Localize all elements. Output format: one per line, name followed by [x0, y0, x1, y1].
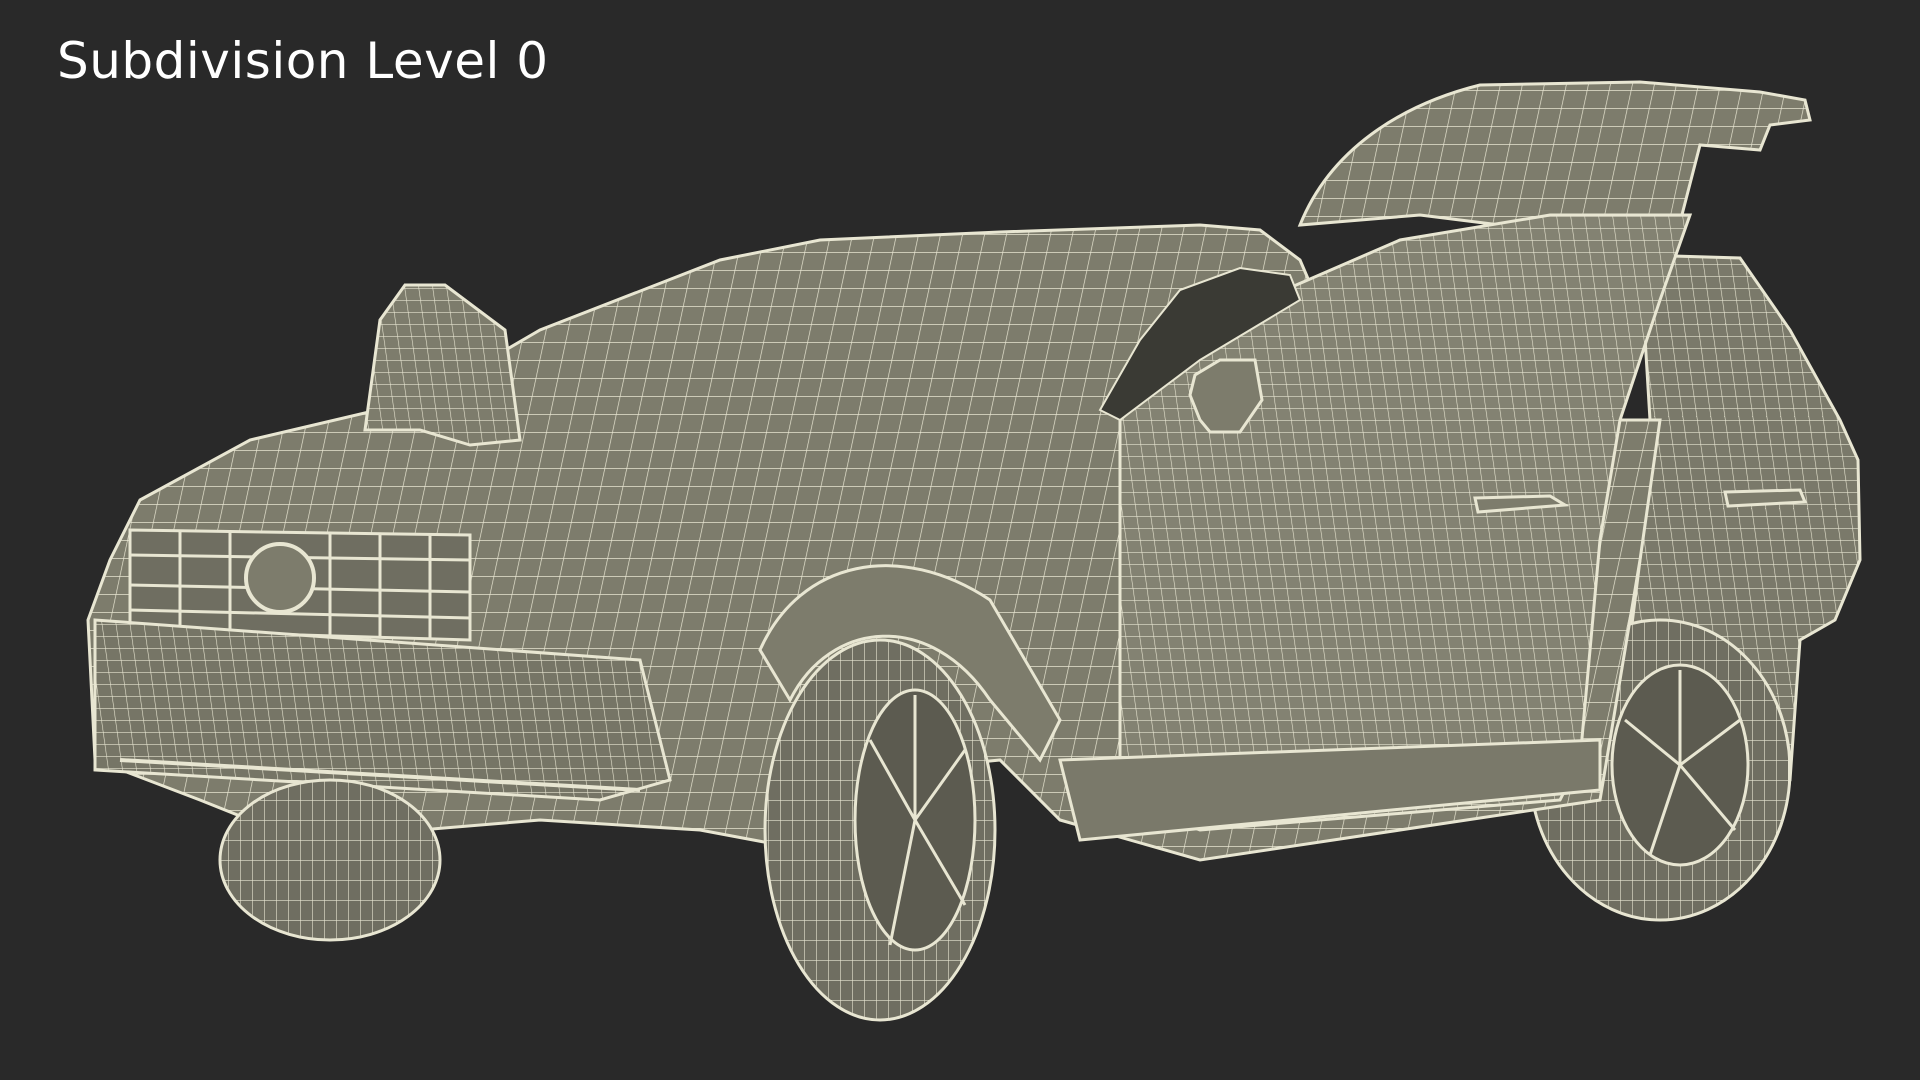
- caption-subdivision-level: Subdivision Level 0: [57, 32, 549, 90]
- left-panel-raised: [363, 283, 522, 447]
- car-wireframe-render: [86, 80, 1862, 1022]
- front-grille: [128, 528, 472, 642]
- logo-emblem: [244, 542, 316, 614]
- viewport: Subdivision Level 0: [0, 0, 1920, 1080]
- front-wheel-left: [218, 778, 442, 942]
- front-wheel: [763, 638, 997, 1022]
